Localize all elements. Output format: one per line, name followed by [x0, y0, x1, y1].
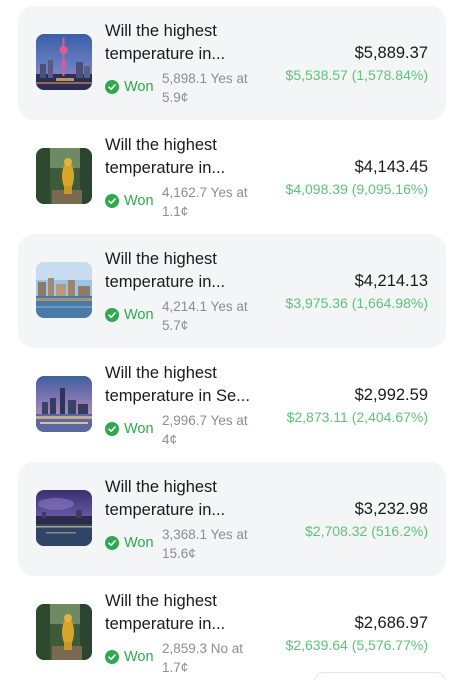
position-gain: $2,873.11 (2,404.67%) — [286, 409, 428, 425]
position-gain: $2,708.32 (516.2%) — [305, 523, 428, 539]
check-circle-icon — [105, 536, 119, 550]
position-value: $3,232.98 — [354, 500, 428, 518]
check-circle-icon — [105, 80, 119, 94]
shares-info: 4,214.1 Yes at 5.7¢ — [162, 299, 248, 333]
status-label: Won — [124, 79, 154, 95]
check-circle-icon — [105, 308, 119, 322]
floating-button[interactable] — [314, 672, 446, 680]
shares-info: 3,368.1 Yes at 15.6¢ — [162, 527, 248, 561]
waterfront-city-icon — [36, 262, 92, 318]
status-label: Won — [124, 193, 154, 209]
status-won: Won — [105, 421, 154, 437]
position-value: $2,992.59 — [354, 386, 428, 404]
market-title: Will the highest temperature in... — [105, 592, 226, 633]
market-title: Will the highest temperature in... — [105, 136, 226, 177]
position-gain: $4,098.39 (9,095.16%) — [285, 181, 428, 197]
position-card[interactable]: Will the highest temperature in... Won 4… — [18, 120, 446, 234]
status-label: Won — [124, 649, 154, 665]
position-value: $4,214.13 — [354, 272, 428, 290]
golden-statue-icon — [36, 604, 92, 660]
position-card[interactable]: Will the highest temperature in Se... Wo… — [18, 348, 446, 462]
dusk-skyline-bridge-icon — [36, 376, 92, 432]
market-title: Will the highest temperature in Se... — [105, 364, 250, 405]
market-title: Will the highest temperature in... — [105, 478, 226, 519]
position-gain: $2,639.64 (5,576.77%) — [285, 637, 428, 653]
status-label: Won — [124, 535, 154, 551]
position-card[interactable]: Will the highest temperature in... Won 3… — [18, 462, 446, 576]
position-card[interactable]: Will the highest temperature in... Won 5… — [18, 6, 446, 120]
check-circle-icon — [105, 194, 119, 208]
check-circle-icon — [105, 422, 119, 436]
status-label: Won — [124, 307, 154, 323]
status-won: Won — [105, 535, 154, 551]
city-skyline-tower-icon — [36, 34, 92, 90]
position-gain: $3,975.36 (1,664.98%) — [285, 295, 428, 311]
shares-info: 2,996.7 Yes at 4¢ — [162, 413, 248, 447]
shares-info: 2,859.3 No at 1.7¢ — [162, 641, 244, 675]
shares-info: 4,162.7 Yes at 1.1¢ — [162, 185, 248, 219]
position-card[interactable]: Will the highest temperature in... Won 2… — [18, 576, 446, 680]
position-value: $5,889.37 — [354, 44, 428, 62]
market-title: Will the highest temperature in... — [105, 250, 226, 291]
market-title: Will the highest temperature in... — [105, 22, 226, 63]
status-won: Won — [105, 193, 154, 209]
status-won: Won — [105, 649, 154, 665]
position-value: $2,686.97 — [354, 614, 428, 632]
position-gain: $5,538.57 (1,578.84%) — [285, 67, 428, 83]
golden-statue-icon — [36, 148, 92, 204]
status-label: Won — [124, 421, 154, 437]
check-circle-icon — [105, 650, 119, 664]
harbor-night-icon — [36, 490, 92, 546]
status-won: Won — [105, 79, 154, 95]
status-won: Won — [105, 307, 154, 323]
shares-info: 5,898.1 Yes at 5.9¢ — [162, 71, 248, 105]
position-value: $4,143.45 — [354, 158, 428, 176]
position-card[interactable]: Will the highest temperature in... Won 4… — [18, 234, 446, 348]
